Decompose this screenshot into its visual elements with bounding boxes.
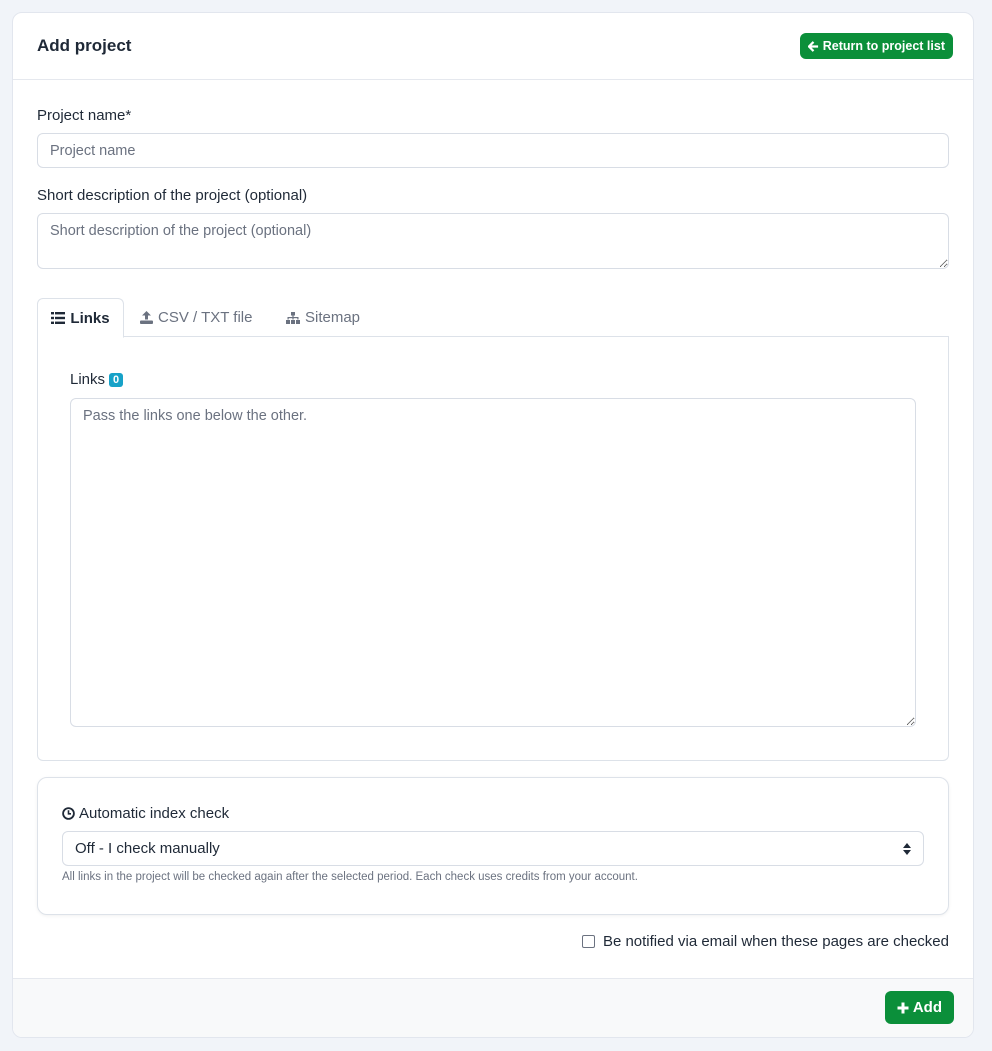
add-button-label: Add [912,999,942,1016]
index-check-hint: All links in the project will be checked… [62,871,638,883]
add-project-card: Add project Return to project list Proje… [12,12,974,1038]
description-textarea[interactable] [37,213,949,269]
tab-links[interactable]: Links [37,298,124,338]
card-footer: Add [13,978,973,1037]
index-check-label: Automatic index check [79,805,230,822]
tab-csv-txt[interactable]: CSV / TXT file [140,298,252,337]
return-button-label: Return to project list [822,39,945,53]
list-icon [51,312,66,324]
sort-arrows-icon [903,842,911,855]
return-to-project-list-button[interactable]: Return to project list [799,33,953,59]
links-count-badge: 0 [109,373,124,387]
upload-icon [140,311,153,324]
project-name-label: Project name* [37,107,132,124]
project-name-input[interactable] [37,133,949,168]
tab-sitemap[interactable]: Sitemap [286,298,360,337]
links-label: Links [70,371,106,388]
plus-icon [897,1002,909,1014]
index-check-panel: Automatic index check Off - I check manu… [37,777,949,915]
description-label: Short description of the project (option… [37,187,308,204]
index-check-selected: Off - I check manually [75,840,220,857]
notify-checkbox[interactable] [581,935,595,948]
links-tab-pane: Links 0 [37,336,949,761]
tab-sitemap-label: Sitemap [305,309,361,326]
notify-option: Be notified via email when these pages a… [581,933,949,950]
sitemap-icon [286,311,300,324]
tab-links-label: Links [70,309,110,327]
clock-icon [62,807,75,820]
source-tabs: Links CSV / TXT file Sitemap [37,298,949,338]
index-check-label-row: Automatic index check [62,805,229,822]
card-header: Add project Return to project list [13,13,973,80]
notify-label: Be notified via email when these pages a… [602,933,949,950]
add-button[interactable]: Add [884,991,954,1024]
links-label-row: Links 0 [70,371,124,388]
page-title: Add project [37,36,132,55]
tab-csv-txt-label: CSV / TXT file [158,309,253,326]
arrow-left-icon [807,40,819,52]
links-textarea[interactable] [70,398,916,727]
index-check-select[interactable]: Off - I check manually [62,831,924,866]
